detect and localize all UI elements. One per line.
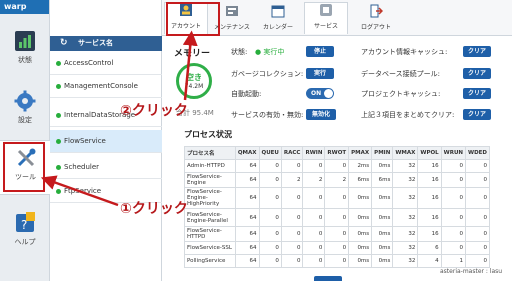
- annotation-arrows: [40, 30, 198, 207]
- step2-callout: ②クリック: [120, 103, 188, 119]
- step1-callout: ①クリック: [120, 201, 188, 217]
- arrow-to-tools: [40, 175, 119, 207]
- arrow-to-account: [182, 30, 198, 101]
